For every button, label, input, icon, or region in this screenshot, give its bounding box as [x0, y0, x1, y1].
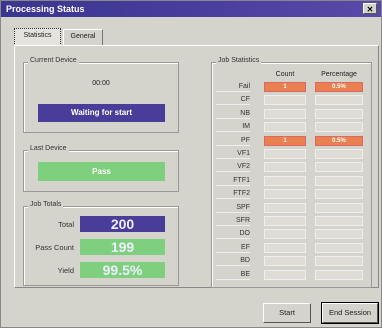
yield-value: 99.5% [80, 262, 165, 278]
total-label: Total [58, 220, 74, 229]
processing-status-window: Processing Status ✕ Statistics General C… [0, 0, 382, 328]
pass-count-value: 199 [80, 239, 165, 255]
statistics-row-name: DO [216, 229, 250, 240]
statistics-percentage-cell [315, 216, 363, 226]
job-totals-group: Job Totals Total 200 Pass Count 199 Yiel… [23, 201, 179, 286]
statistics-count-cell [264, 162, 306, 173]
current-device-group: Current Device 00:00 Waiting for start [23, 57, 179, 133]
job-statistics-label: Job Statistics [216, 57, 262, 64]
statistics-percentage-cell [315, 162, 363, 173]
last-device-label: Last Device [28, 145, 69, 152]
statistics-row-name: VF2 [216, 162, 250, 173]
statistics-row: BD [212, 256, 372, 267]
statistics-row-name: NB [216, 109, 250, 119]
device-address: 00:00 [92, 80, 110, 87]
statistics-row-name: SPF [216, 203, 250, 213]
statistics-percentage-cell [315, 189, 363, 200]
job-statistics-group: Job Statistics Count Percentage Fail 1 0.5… [211, 57, 372, 288]
statistics-count-cell [264, 122, 306, 133]
statistics-row-name: SFR [216, 216, 250, 226]
statistics-count-cell [264, 216, 306, 226]
statistics-row: SFR [212, 216, 372, 226]
statistics-row-name: PF [216, 136, 250, 146]
statistics-row: SPF [212, 202, 372, 213]
statistics-percentage-cell [315, 256, 363, 267]
statistics-count-cell [264, 189, 306, 200]
current-device-status: Waiting for start [38, 104, 165, 122]
statistics-row: EF [212, 242, 372, 253]
statistics-row: PF 1 0.5% [212, 135, 372, 146]
statistics-row: Fail 1 0.5% [212, 82, 372, 92]
statistics-count-cell [264, 108, 306, 119]
statistics-row: DO [212, 229, 372, 240]
statistics-percentage-cell [315, 242, 363, 253]
statistics-percentage-cell [315, 202, 363, 213]
statistics-count-cell: 1 [264, 82, 306, 92]
statistics-row-name: FTF1 [216, 176, 250, 186]
statistics-row-name: FTF2 [216, 189, 250, 200]
statistics-row-name: IM [216, 122, 250, 133]
statistics-count-cell [264, 229, 306, 240]
statistics-count-cell [264, 175, 306, 186]
statistics-row: CF [212, 95, 372, 106]
statistics-row: BE [212, 269, 372, 280]
last-device-status: Pass [38, 162, 165, 181]
statistics-percentage-cell [315, 229, 363, 240]
percentage-header: Percentage [321, 71, 357, 78]
statistics-count-cell [264, 269, 306, 280]
statistics-row: IM [212, 122, 372, 133]
end-session-button[interactable]: End Session [321, 302, 379, 324]
count-header: Count [275, 71, 295, 78]
last-device-group: Last Device Pass [23, 145, 179, 192]
statistics-percentage-cell [315, 95, 363, 106]
statistics-percentage-cell [315, 122, 363, 133]
statistics-count-cell: 1 [264, 135, 306, 146]
statistics-row-name: Fail [216, 82, 250, 92]
statistics-percentage-cell: 0.5% [315, 82, 363, 92]
statistics-row: VF1 [212, 149, 372, 159]
title-bar[interactable]: Processing Status ✕ [1, 1, 381, 17]
statistics-panel: Current Device 00:00 Waiting for start L… [14, 45, 379, 288]
job-totals-label: Job Totals [28, 201, 64, 208]
statistics-count-cell [264, 95, 306, 106]
statistics-count-cell [264, 242, 306, 253]
statistics-row: FTF2 [212, 189, 372, 200]
statistics-row: VF2 [212, 162, 372, 173]
statistics-row: FTF1 [212, 175, 372, 186]
statistics-count-cell [264, 256, 306, 267]
statistics-count-cell [264, 202, 306, 213]
yield-label: Yield [57, 266, 74, 275]
statistics-count-cell [264, 149, 306, 159]
statistics-row-name: BD [216, 256, 250, 267]
current-device-label: Current Device [28, 57, 79, 64]
pass-count-label: Pass Count [35, 243, 74, 252]
statistics-percentage-cell: 0.5% [315, 135, 363, 146]
statistics-percentage-cell [315, 149, 363, 159]
statistics-row-name: VF1 [216, 149, 250, 159]
statistics-row-name: BE [216, 270, 250, 280]
statistics-row: NB [212, 108, 372, 119]
statistics-percentage-cell [315, 269, 363, 280]
window-title: Processing Status [6, 4, 85, 14]
statistics-row-name: EF [216, 243, 250, 253]
total-value: 200 [80, 216, 165, 232]
statistics-percentage-cell [315, 175, 363, 186]
close-button[interactable]: ✕ [363, 3, 377, 14]
statistics-percentage-cell [315, 108, 363, 119]
tab-general[interactable]: General [63, 29, 103, 45]
tab-statistics[interactable]: Statistics [14, 28, 61, 46]
statistics-row-name: CF [216, 95, 250, 106]
close-icon: ✕ [366, 5, 374, 14]
start-button[interactable]: Start [263, 303, 311, 323]
